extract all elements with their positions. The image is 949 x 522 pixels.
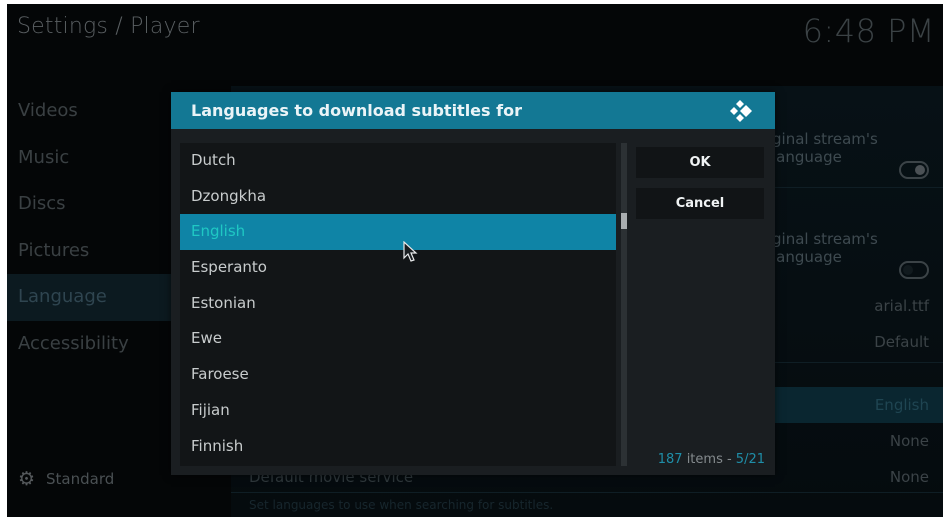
- gear-icon: ⚙: [18, 468, 36, 490]
- scrollbar-thumb[interactable]: [621, 213, 627, 229]
- ok-button[interactable]: OK: [636, 147, 764, 178]
- list-item[interactable]: Finnish: [180, 429, 616, 465]
- kodi-logo-icon: [730, 100, 752, 122]
- setting-help-text: Set languages to use when searching for …: [249, 498, 554, 512]
- language-list[interactable]: Dutch Dzongkha English Esperanto Estonia…: [180, 143, 616, 466]
- language-select-dialog: Languages to download subtitles for Dutc…: [171, 92, 775, 475]
- divider: [231, 492, 943, 493]
- setting-value: None: [889, 468, 929, 486]
- page-indicator: 5/21: [735, 452, 765, 467]
- list-item[interactable]: Ewe: [180, 321, 616, 357]
- item-count: 187: [657, 452, 683, 467]
- list-item[interactable]: Esperanto: [180, 250, 616, 286]
- setting-value: None: [889, 432, 929, 450]
- toggle-switch-off[interactable]: [899, 261, 929, 279]
- setting-value: arial.ttf: [874, 297, 929, 315]
- kodi-screen: Settings / Player 6:48 PM Videos Music D…: [7, 4, 943, 517]
- list-item[interactable]: Dutch: [180, 143, 616, 179]
- list-item-selected[interactable]: English: [180, 214, 616, 251]
- toggle-knob: [903, 265, 913, 275]
- dialog-title: Languages to download subtitles for: [191, 101, 522, 120]
- list-item[interactable]: Dzongkha: [180, 179, 616, 215]
- dialog-header: Languages to download subtitles for: [171, 92, 775, 129]
- item-counter: 187 items - 5/21: [658, 452, 765, 467]
- setting-value: Default: [874, 333, 929, 351]
- settings-level-button[interactable]: ⚙ Standard: [18, 468, 115, 490]
- list-item[interactable]: Faroese: [180, 357, 616, 393]
- toggle-knob: [915, 165, 925, 175]
- setting-value: English: [874, 396, 929, 414]
- clock: 6:48 PM: [802, 12, 935, 50]
- item-counter-label: items -: [682, 452, 736, 467]
- mouse-cursor-icon: [403, 241, 418, 262]
- cancel-button[interactable]: Cancel: [636, 188, 764, 219]
- list-scrollbar[interactable]: [621, 143, 627, 466]
- list-item[interactable]: Fijian: [180, 393, 616, 429]
- settings-level-label: Standard: [46, 470, 115, 488]
- toggle-switch-on[interactable]: [899, 161, 929, 179]
- list-item[interactable]: Estonian: [180, 286, 616, 322]
- page-title: Settings / Player: [17, 14, 200, 39]
